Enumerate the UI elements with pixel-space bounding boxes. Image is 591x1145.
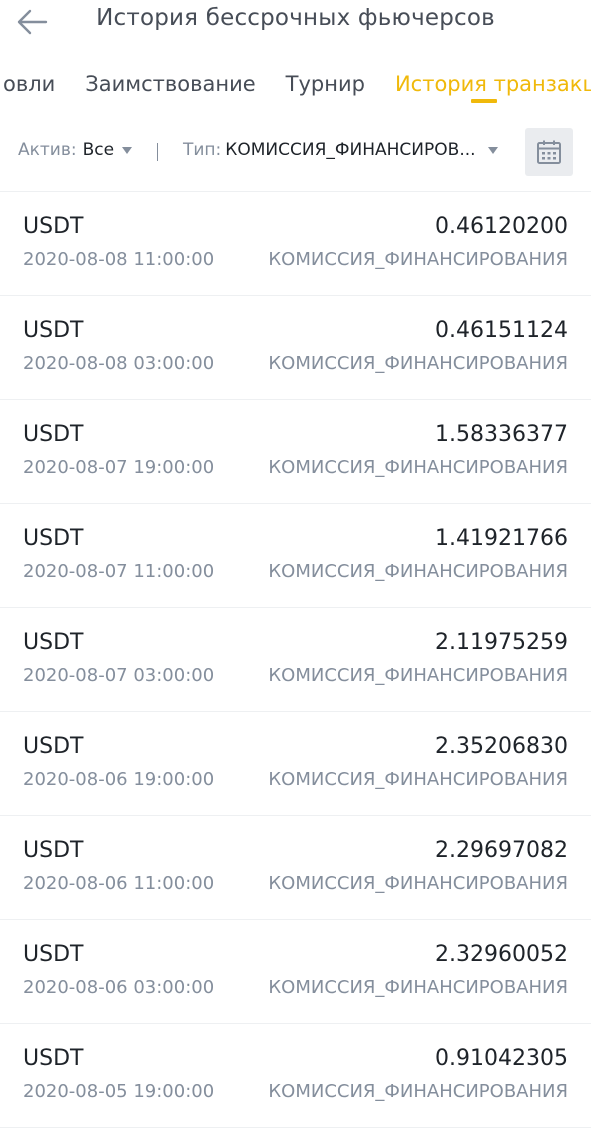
transaction-time: 2020-08-05 19:00:00 [23, 1081, 215, 1102]
transaction-type: КОМИССИЯ_ФИНАНСИРОВАНИЯ [268, 457, 568, 478]
transaction-type: КОМИССИЯ_ФИНАНСИРОВАНИЯ [268, 249, 568, 270]
tab-tournament[interactable]: Турнир [271, 68, 380, 106]
transaction-row[interactable]: USDT 0.91042305 2020-08-05 19:00:00 КОМИ… [0, 1024, 591, 1128]
type-filter-value: КОМИССИЯ_ФИНАНСИРОВ... [225, 140, 476, 160]
calendar-icon [537, 140, 561, 164]
transaction-time: 2020-08-06 19:00:00 [23, 769, 215, 790]
transaction-asset: USDT [23, 942, 84, 967]
transaction-row[interactable]: USDT 2.32960052 2020-08-06 03:00:00 КОМИ… [0, 920, 591, 1024]
page-title: История бессрочных фьючерсов [96, 5, 495, 31]
tab-label: Турнир [285, 72, 365, 96]
transaction-asset: USDT [23, 1046, 84, 1071]
transaction-type: КОМИССИЯ_ФИНАНСИРОВАНИЯ [268, 1081, 568, 1102]
transaction-asset: USDT [23, 422, 84, 447]
transaction-time: 2020-08-06 11:00:00 [23, 873, 215, 894]
transaction-asset: USDT [23, 318, 84, 343]
caret-down-icon [487, 147, 498, 154]
tab-transaction-history[interactable]: История транзакций [380, 68, 591, 106]
tab-borrowing[interactable]: Заимствование [70, 68, 270, 106]
transaction-type: КОМИССИЯ_ФИНАНСИРОВАНИЯ [268, 561, 568, 582]
tab-partial[interactable]: овли [0, 68, 70, 106]
app-header: История бессрочных фьючерсов [0, 0, 591, 50]
transaction-time: 2020-08-07 11:00:00 [23, 561, 215, 582]
transaction-list: USDT 0.46120200 2020-08-08 11:00:00 КОМИ… [0, 191, 591, 1128]
transaction-time: 2020-08-07 03:00:00 [23, 665, 215, 686]
transaction-amount: 1.58336377 [435, 422, 568, 447]
transaction-row[interactable]: USDT 0.46120200 2020-08-08 11:00:00 КОМИ… [0, 192, 591, 296]
transaction-row[interactable]: USDT 2.11975259 2020-08-07 03:00:00 КОМИ… [0, 608, 591, 712]
caret-down-icon [122, 147, 133, 154]
asset-filter-dropdown[interactable]: Актив: Все [18, 140, 133, 160]
transaction-asset: USDT [23, 526, 84, 551]
transaction-type: КОМИССИЯ_ФИНАНСИРОВАНИЯ [268, 873, 568, 894]
transaction-time: 2020-08-06 03:00:00 [23, 977, 215, 998]
transaction-amount: 2.32960052 [435, 942, 568, 967]
tab-label: Заимствование [85, 72, 256, 96]
active-tab-indicator [470, 99, 497, 103]
transaction-amount: 1.41921766 [435, 526, 568, 551]
transaction-type: КОМИССИЯ_ФИНАНСИРОВАНИЯ [268, 769, 568, 790]
asset-filter-value: Все [82, 140, 115, 160]
calendar-button[interactable] [525, 128, 573, 176]
transaction-row[interactable]: USDT 1.41921766 2020-08-07 11:00:00 КОМИ… [0, 504, 591, 608]
transaction-asset: USDT [23, 734, 84, 759]
transaction-row[interactable]: USDT 2.35206830 2020-08-06 19:00:00 КОМИ… [0, 712, 591, 816]
transaction-row[interactable]: USDT 0.46151124 2020-08-08 03:00:00 КОМИ… [0, 296, 591, 400]
transaction-asset: USDT [23, 214, 84, 239]
tab-label: овли [3, 72, 56, 96]
transaction-type: КОМИССИЯ_ФИНАНСИРОВАНИЯ [268, 977, 568, 998]
type-filter-dropdown[interactable]: Тип: КОМИССИЯ_ФИНАНСИРОВ... [183, 140, 498, 160]
transaction-type: КОМИССИЯ_ФИНАНСИРОВАНИЯ [268, 665, 568, 686]
transaction-amount: 0.46151124 [435, 318, 568, 343]
filter-divider [157, 143, 158, 161]
transaction-row[interactable]: USDT 2.29697082 2020-08-06 11:00:00 КОМИ… [0, 816, 591, 920]
transaction-amount: 2.29697082 [435, 838, 568, 863]
transaction-amount: 2.35206830 [435, 734, 568, 759]
transaction-amount: 2.11975259 [435, 630, 568, 655]
tab-label: История транзакций [394, 72, 591, 96]
transaction-row[interactable]: USDT 1.58336377 2020-08-07 19:00:00 КОМИ… [0, 400, 591, 504]
asset-filter-label: Актив: [18, 140, 77, 160]
tab-bar: овли Заимствование Турнир История транза… [0, 68, 591, 120]
transaction-type: КОМИССИЯ_ФИНАНСИРОВАНИЯ [268, 353, 568, 374]
filter-bar: Актив: Все Тип: КОМИССИЯ_ФИНАНСИРОВ... [0, 128, 591, 178]
type-filter-label: Тип: [183, 140, 222, 160]
transaction-time: 2020-08-07 19:00:00 [23, 457, 215, 478]
transaction-amount: 0.91042305 [435, 1046, 568, 1071]
transaction-time: 2020-08-08 03:00:00 [23, 353, 215, 374]
transaction-time: 2020-08-08 11:00:00 [23, 249, 215, 270]
transaction-amount: 0.46120200 [435, 214, 568, 239]
transaction-asset: USDT [23, 630, 84, 655]
transaction-asset: USDT [23, 838, 84, 863]
